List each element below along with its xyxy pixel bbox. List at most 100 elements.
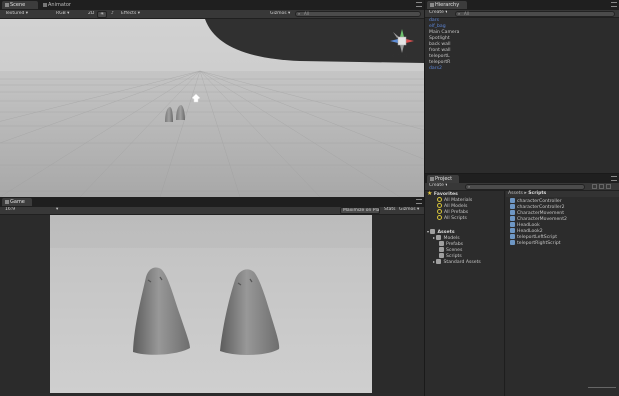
tab-animator-label: Animator (48, 2, 71, 8)
perspective-label[interactable]: < Persp (391, 54, 409, 59)
gizmos-dropdown[interactable]: Gizmos ▾ (268, 11, 292, 18)
star-filter-icon[interactable] (606, 184, 611, 189)
panel-menu-icon[interactable] (611, 176, 617, 181)
folder-icon (436, 259, 442, 264)
horizontal-divider[interactable] (425, 173, 619, 174)
orientation-gizmo[interactable]: < Persp (389, 28, 415, 59)
tab-game[interactable]: Game (2, 198, 32, 206)
project-create-label: Create (429, 183, 444, 188)
maximize-on-play-toggle[interactable]: Maximize on Play (340, 207, 380, 214)
hierarchy-item-label: dars (429, 18, 440, 23)
folder-icon (439, 247, 444, 252)
chevron-down-icon: ▾ (445, 183, 447, 188)
file-item[interactable]: teleportRightScript (510, 240, 561, 246)
vertical-divider[interactable] (424, 0, 425, 396)
toggle-2d-button[interactable]: 2D (86, 11, 96, 18)
script-icon (510, 204, 515, 209)
script-icon (510, 234, 515, 239)
tab-hierarchy[interactable]: Hierarchy (427, 1, 467, 9)
icon-size-slider[interactable] (588, 387, 616, 390)
aspect-dropdown[interactable]: 16:9 ▾ (3, 207, 63, 214)
render-mode-dropdown[interactable]: RGB ▾ (54, 11, 82, 18)
hierarchy-item[interactable]: dars2 (429, 66, 442, 72)
script-icon (510, 216, 515, 221)
chevron-down-icon: ▾ (288, 11, 291, 16)
game-viewport[interactable] (0, 215, 424, 396)
favorite-item[interactable]: All Scripts (437, 215, 467, 221)
project-icon (430, 177, 434, 181)
audio-icon: ♪ (111, 11, 114, 16)
hierarchy-search-input[interactable]: ⌕ All (455, 11, 615, 17)
scene-icon (5, 3, 9, 7)
game-gizmos-dropdown[interactable]: Gizmos ▾ (397, 207, 421, 214)
effects-dropdown[interactable]: Effects ▾ (119, 11, 147, 18)
scene-toolbar: Textured ▾ RGB ▾ 2D ☀ ♪ Effects ▾ Gizmos… (0, 10, 424, 19)
chevron-down-icon: ▾ (67, 11, 70, 16)
sun-icon: ☀ (100, 12, 105, 17)
scene-render (0, 19, 424, 197)
tab-hierarchy-label: Hierarchy (435, 2, 460, 8)
hierarchy-item-label: Main Camera (429, 30, 460, 35)
folder-icon (430, 229, 436, 234)
script-icon (510, 228, 515, 233)
folder-icon (439, 253, 444, 258)
axis-gizmo-icon (390, 29, 414, 53)
project-file-list: Assets ▸ Scripts characterController cha… (506, 191, 619, 396)
script-icon (510, 240, 515, 245)
scene-search-placeholder: All (304, 11, 309, 16)
project-tabbar: Project (425, 174, 619, 183)
hierarchy-item-label: teleportR (429, 60, 451, 65)
asset-folder[interactable]: ▸ Standard Assets (433, 259, 481, 265)
audio-toggle-button[interactable]: ♪ (109, 11, 117, 18)
hierarchy-create-button[interactable]: Create ▾ (427, 10, 447, 17)
folder-icon (436, 235, 442, 240)
shading-mode-dropdown[interactable]: Textured ▾ (3, 11, 37, 18)
hierarchy-item-label: elf_bag (429, 24, 446, 29)
panel-menu-icon[interactable] (416, 199, 422, 204)
tab-project[interactable]: Project (427, 175, 459, 183)
tab-scene-label: Scene (10, 2, 26, 8)
aspect-label: 16:9 (5, 207, 16, 212)
filter-by-type-icon[interactable] (592, 184, 597, 189)
hierarchy-item-label: back wall (429, 42, 451, 47)
panel-menu-icon[interactable] (611, 2, 617, 7)
effects-label: Effects (121, 11, 137, 16)
tab-animator[interactable]: Animator (40, 1, 80, 9)
scene-viewport[interactable]: < Persp (0, 19, 424, 197)
script-icon (510, 222, 515, 227)
search-icon (437, 209, 442, 214)
shading-mode-label: Textured (5, 11, 25, 16)
lighting-toggle-button[interactable]: ☀ (97, 11, 107, 18)
chevron-right-icon: ▸ (524, 191, 527, 196)
filter-by-label-icon[interactable] (599, 184, 604, 189)
chevron-right-icon: ▸ (433, 235, 436, 240)
chevron-down-icon: ▾ (445, 10, 447, 15)
project-create-button[interactable]: Create ▾ (427, 183, 447, 190)
breadcrumb-item[interactable]: Assets (508, 191, 523, 196)
project-search-input[interactable]: ⌕ (465, 184, 585, 190)
search-icon: ⌕ (458, 11, 461, 16)
hierarchy-item-label: teleportL (429, 54, 450, 59)
stats-toggle[interactable]: Stats (382, 207, 396, 214)
chevron-down-icon: ▾ (25, 11, 29, 16)
project-folder-tree: ★ Favorites All Materials All Models All… (425, 191, 505, 396)
chevron-down-icon: ▾ (56, 207, 59, 212)
hierarchy-search-placeholder: All (464, 11, 469, 16)
animator-icon (43, 3, 47, 7)
breadcrumb-item[interactable]: Scripts (528, 191, 546, 196)
game-render (50, 215, 372, 393)
gizmos-label: Gizmos (270, 11, 287, 16)
panel-menu-icon[interactable] (416, 2, 422, 7)
project-toolbar: Create ▾ ⌕ (425, 183, 619, 191)
render-mode-label: RGB (56, 11, 66, 16)
hierarchy-item-label: Spotlight (429, 36, 450, 41)
favorite-item-label: All Scripts (444, 216, 467, 221)
chevron-down-icon: ▾ (417, 207, 420, 212)
tab-scene[interactable]: Scene (2, 1, 38, 9)
scene-search-input[interactable]: ⌕ All (295, 11, 421, 17)
chevron-down-icon: ▾ (427, 229, 430, 234)
search-icon (437, 215, 442, 220)
hierarchy-item-label: dars2 (429, 66, 442, 71)
script-icon (510, 210, 515, 215)
asset-folder-label: Standard Assets (443, 260, 481, 265)
